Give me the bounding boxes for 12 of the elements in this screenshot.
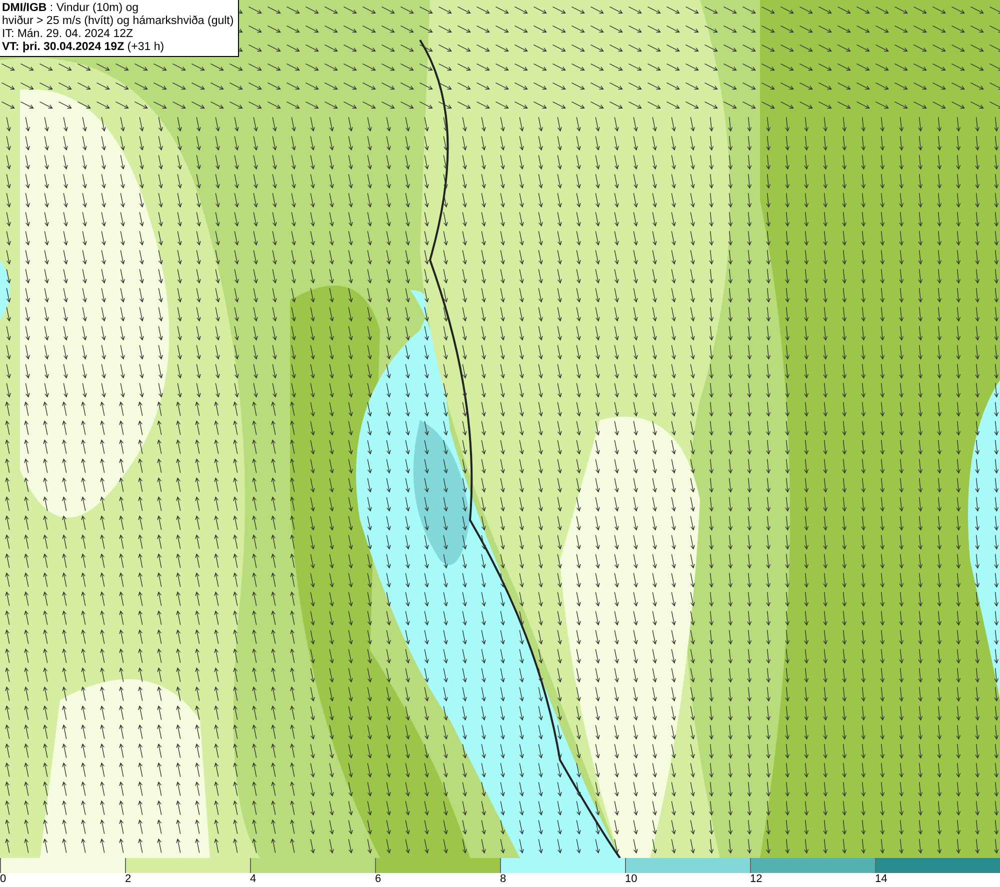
legend-tick-label: 12: [750, 873, 762, 886]
title-line: VT: þri. 30.04.2024 19Z (+31 h): [2, 41, 166, 54]
legend-tick-label: 10: [625, 873, 638, 886]
legend-tick-label: 8: [500, 873, 506, 886]
title-line: hviður > 25 m/s (hvítt) og hámarkshviða (gult): [2, 15, 234, 28]
title-line: IT: Mán. 29. 04. 2024 12Z: [2, 28, 134, 41]
title-line: DMI/IGB : Vindur (10m) og: [2, 2, 140, 15]
legend-tick-label: 4: [250, 873, 256, 886]
legend-tick-label: 6: [375, 873, 382, 886]
legend-tick-label: 0: [0, 873, 6, 886]
legend-tick-label: 2: [125, 873, 132, 886]
legend-tick-label: 14: [875, 873, 888, 886]
